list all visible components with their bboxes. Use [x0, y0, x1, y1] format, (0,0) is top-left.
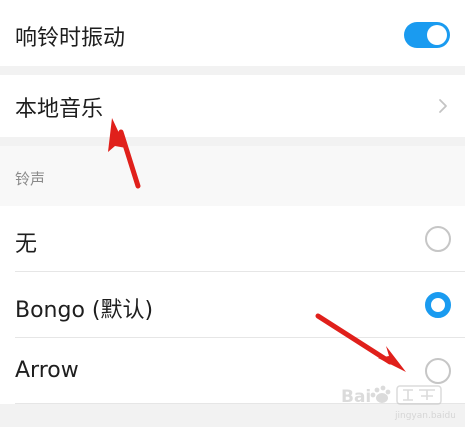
ringtone-option-label: Bongo (默认) [15, 298, 154, 323]
local-music-row[interactable]: 本地音乐 [0, 75, 465, 137]
local-music-label: 本地音乐 [15, 97, 104, 122]
ringtone-option[interactable]: 无 [0, 206, 465, 272]
svg-text:Bai: Bai [341, 387, 371, 407]
chevron-right-icon [439, 99, 447, 113]
baidu-jingyan-watermark: Bai jingyan.baidu.com [341, 385, 455, 421]
ringtone-radio[interactable] [425, 226, 451, 252]
ringtone-section-header: 铃声 [0, 146, 465, 206]
toggle-knob [427, 25, 447, 45]
svg-text:jingyan.baidu.com: jingyan.baidu.com [394, 411, 455, 421]
vibrate-on-ring-label: 响铃时振动 [15, 26, 126, 51]
vibrate-on-ring-row[interactable]: 响铃时振动 [0, 0, 465, 66]
ringtone-option-label: Arrow [15, 358, 79, 383]
ringtone-option-label: 无 [15, 232, 38, 257]
ringtone-radio-selected[interactable] [425, 292, 451, 318]
vibrate-on-ring-toggle[interactable] [404, 22, 450, 48]
ringtone-section-title: 铃声 [15, 170, 46, 188]
ringtone-option[interactable]: Bongo (默认) [0, 272, 465, 338]
